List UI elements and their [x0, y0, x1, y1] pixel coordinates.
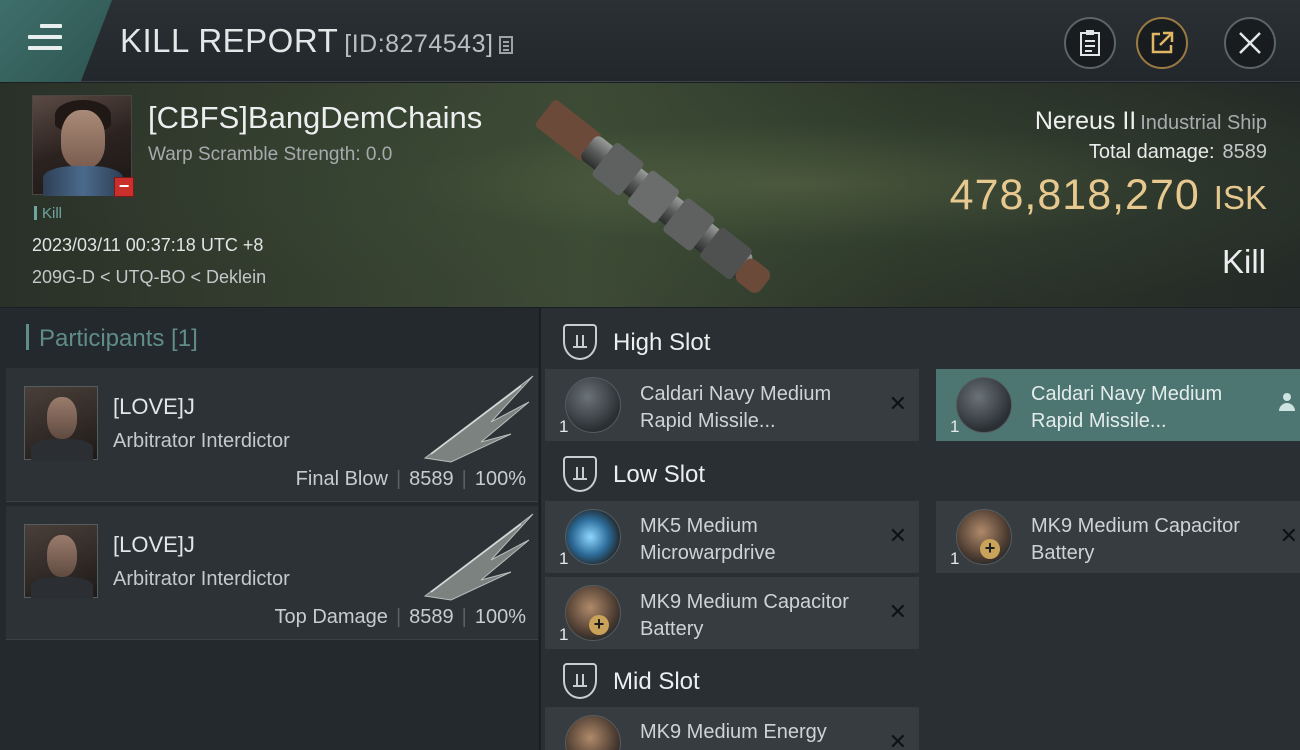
clipboard-icon	[1080, 30, 1100, 56]
participant-avatar	[24, 386, 98, 461]
module-quantity: 1	[950, 417, 960, 436]
total-damage-label: Total damage:	[1088, 141, 1215, 163]
participant-ship: Arbitrator Interdictor	[113, 568, 290, 590]
clipboard-button[interactable]	[1064, 17, 1116, 69]
share-button[interactable]	[1136, 17, 1188, 69]
copy-id-icon[interactable]	[499, 36, 514, 54]
participant-percent: 100%	[474, 606, 526, 628]
total-damage: Total damage: 8589	[1089, 141, 1267, 164]
isk-value: 478,818,270 ISK	[950, 171, 1267, 220]
module-name: MK9 Medium Capacitor Battery	[1031, 515, 1240, 564]
high-slot-title: High Slot	[613, 329, 711, 356]
kill-location[interactable]: 209G-D < UTQ-BO < Deklein	[32, 267, 266, 288]
kill-datetime: 2023/03/11 00:37:18 UTC +8	[32, 235, 264, 255]
participant-damage: 8589	[409, 468, 454, 490]
hamburger-menu-icon	[28, 24, 62, 54]
low-slot-icon	[563, 456, 597, 492]
microwarpdrive-icon	[565, 509, 621, 565]
destroyed-x-icon: ✕	[888, 729, 907, 750]
participant-ship-image	[423, 375, 534, 463]
close-button[interactable]	[1224, 17, 1276, 69]
title-bar: KILL REPORT [ID:8274543]	[0, 0, 1300, 82]
share-icon	[1151, 31, 1174, 54]
module-item[interactable]: 1 Caldari Navy Medium Rapid Missile...	[936, 369, 1300, 441]
module-item[interactable]: 1 Caldari Navy Medium Rapid Missile... ✕	[545, 369, 919, 441]
participant-ship-image	[423, 513, 534, 601]
close-icon	[1239, 32, 1261, 54]
module-item[interactable]: + 1 MK9 Medium Capacitor Battery ✕	[936, 501, 1300, 573]
kill-tag: Kill	[34, 205, 62, 222]
module-name: MK9 Medium Energy	[640, 721, 827, 743]
page-title: KILL REPORT [ID:8274543]	[120, 22, 514, 60]
participant-ship: Arbitrator Interdictor	[113, 430, 290, 452]
module-quantity: 1	[559, 625, 569, 644]
energy-module-icon	[565, 715, 621, 750]
plus-icon: +	[980, 539, 1000, 559]
missile-launcher-icon	[956, 377, 1012, 433]
participant-damage: 8589	[409, 606, 454, 628]
participant-stats: Top Damage | 8589 | 100%	[274, 606, 526, 628]
participant-avatar	[24, 524, 98, 599]
module-name: MK5 Medium Microwarpdrive	[640, 515, 776, 564]
participant-percent: 100%	[474, 468, 526, 490]
fitting-panel: High Slot 1 Caldari Navy Medium Rapid Mi…	[541, 308, 1300, 750]
report-id: [ID:8274543]	[344, 30, 494, 58]
module-name: Caldari Navy Medium Rapid Missile...	[640, 383, 832, 432]
ship-name: Nereus II	[1034, 107, 1137, 135]
destroyed-x-icon: ✕	[888, 523, 907, 548]
participant-role: Top Damage	[274, 606, 388, 628]
warp-scramble-strength: Warp Scramble Strength: 0.0	[148, 144, 393, 165]
participant-role: Final Blow	[295, 468, 388, 490]
person-icon	[1278, 393, 1296, 413]
module-name: MK9 Medium Capacitor Battery	[640, 591, 849, 640]
mid-slot-header: Mid Slot	[541, 651, 1300, 709]
victim-ship[interactable]: Nereus II Industrial Ship	[1035, 107, 1267, 136]
destroyed-x-icon: ✕	[888, 391, 907, 416]
participant-stats: Final Blow | 8589 | 100%	[295, 468, 526, 490]
total-damage-value: 8589	[1222, 141, 1268, 163]
menu-button[interactable]	[0, 0, 112, 82]
module-quantity: 1	[559, 417, 569, 436]
destroyed-x-icon: ✕	[1279, 523, 1298, 548]
high-slot-header: High Slot	[541, 312, 1300, 370]
participants-panel: Participants [1] [LOVE]J Arbitrator Inte…	[0, 308, 540, 750]
low-slot-header: Low Slot	[541, 444, 1300, 502]
participant-name: [LOVE]J	[113, 394, 195, 419]
participant-card[interactable]: [LOVE]J Arbitrator Interdictor Final Blo…	[6, 368, 538, 502]
mid-slot-title: Mid Slot	[613, 668, 700, 695]
victim-name[interactable]: [CBFS]BangDemChains	[148, 100, 482, 136]
module-item[interactable]: + 1 MK9 Medium Capacitor Battery ✕	[545, 577, 919, 649]
mid-slot-icon	[563, 663, 597, 699]
module-name: Caldari Navy Medium Rapid Missile...	[1031, 383, 1223, 432]
standing-minus-icon: −	[114, 177, 134, 197]
low-slot-title: Low Slot	[613, 461, 706, 488]
participant-name: [LOVE]J	[113, 532, 195, 557]
module-quantity: 1	[950, 549, 960, 568]
ship-class: Industrial Ship	[1140, 112, 1267, 134]
missile-launcher-icon	[565, 377, 621, 433]
isk-amount: 478,818,270	[949, 171, 1200, 219]
participants-header: Participants [1]	[26, 324, 198, 353]
destroyed-x-icon: ✕	[888, 599, 907, 624]
isk-unit: ISK	[1213, 179, 1267, 216]
kill-result: Kill	[1221, 243, 1266, 280]
high-slot-icon	[563, 324, 597, 360]
victim-ship-image	[535, 100, 771, 293]
kill-summary: − [CBFS]BangDemChains Warp Scramble Stre…	[0, 83, 1300, 307]
module-item[interactable]: 1 MK5 Medium Microwarpdrive ✕	[545, 501, 919, 573]
plus-icon: +	[589, 615, 609, 635]
title-text: KILL REPORT	[120, 22, 339, 59]
module-quantity: 1	[559, 549, 569, 568]
participant-card[interactable]: [LOVE]J Arbitrator Interdictor Top Damag…	[6, 506, 538, 640]
module-item[interactable]: MK9 Medium Energy ✕	[545, 707, 919, 750]
